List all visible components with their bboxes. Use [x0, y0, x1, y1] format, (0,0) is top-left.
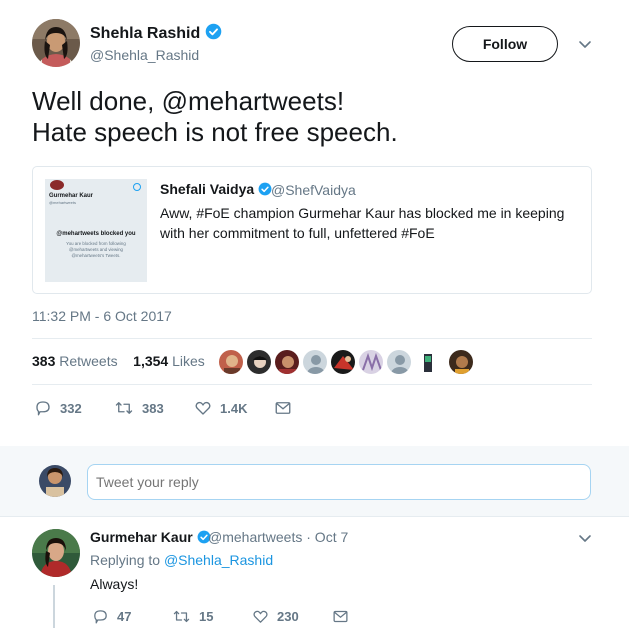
tweet-text-line: Well done, @mehartweets!: [32, 86, 345, 116]
author-name[interactable]: Shehla Rashid: [90, 25, 200, 42]
replying-to: Replying to @Shehla_Rashid: [90, 552, 273, 568]
current-user-avatar[interactable]: [39, 465, 71, 497]
chevron-down-icon[interactable]: [577, 530, 593, 546]
reply-author-avatar[interactable]: [32, 529, 80, 577]
reply-text: Always!: [90, 576, 139, 592]
reply-input[interactable]: [87, 464, 591, 500]
thumbnail-name: Gurmehar Kaur: [49, 193, 94, 199]
heart-icon: [195, 401, 211, 415]
verified-badge-icon: [258, 182, 272, 196]
divider: [32, 338, 592, 339]
quoted-tweet-text: Aww, #FoE champion Gurmehar Kaur has blo…: [160, 205, 565, 241]
like-count: 1.4K: [220, 400, 248, 416]
liker-avatar[interactable]: [274, 349, 300, 375]
reply-author-meta[interactable]: @mehartweets · Oct 7: [208, 529, 348, 545]
retweet-action[interactable]: 15: [172, 608, 213, 625]
verified-badge-icon: [205, 23, 221, 40]
chevron-down-icon[interactable]: [577, 36, 593, 52]
quoted-author-name-row[interactable]: Shefali Vaidya: [160, 181, 272, 197]
thumbnail-blocked-description: You are blocked from following @mehartwe…: [66, 241, 126, 258]
like-count: 230: [277, 609, 299, 624]
reply-action[interactable]: 332: [34, 399, 82, 417]
quoted-author-handle[interactable]: @ShefVaidya: [271, 182, 356, 198]
direct-message-action[interactable]: [274, 399, 300, 417]
divider: [0, 516, 629, 517]
envelope-icon: [275, 402, 291, 414]
reply-icon: [36, 401, 50, 416]
likes-label: Likes: [172, 353, 205, 369]
quoted-author-name[interactable]: Shefali Vaidya: [160, 181, 254, 197]
likes-count: 1,354: [133, 353, 169, 369]
thumbnail-avatar: [50, 180, 64, 190]
heart-icon: [253, 610, 268, 623]
likes-stat[interactable]: 1,354 Likes: [133, 353, 205, 369]
author-avatar[interactable]: [32, 19, 80, 67]
default-avatar-icon[interactable]: [386, 349, 412, 375]
retweet-icon: [115, 402, 133, 414]
retweet-action[interactable]: 383: [114, 399, 164, 417]
reply-action[interactable]: 47: [92, 608, 131, 625]
retweets-label: Retweets: [59, 353, 118, 369]
tweet-timestamp[interactable]: 11:32 PM - 6 Oct 2017: [32, 308, 172, 324]
replying-to-label: Replying to: [90, 552, 161, 568]
replying-to-handle-link[interactable]: @Shehla_Rashid: [164, 552, 273, 568]
author-handle[interactable]: @Shehla_Rashid: [90, 47, 199, 63]
like-action[interactable]: 1.4K: [194, 399, 247, 417]
envelope-icon: [333, 610, 348, 623]
retweets-stat[interactable]: 383 Retweets: [32, 353, 118, 369]
quoted-tweet-card[interactable]: Gurmehar Kaur @mehartweets @mehartweets …: [32, 166, 592, 294]
thumbnail-follow-icon: [133, 183, 141, 191]
retweet-count: 15: [199, 609, 214, 624]
liker-avatar[interactable]: [246, 349, 272, 375]
thumbnail-handle: @mehartweets: [49, 200, 76, 205]
author-name-row[interactable]: Shehla Rashid: [90, 23, 222, 43]
reply-count: 47: [117, 609, 132, 624]
reply-author-name[interactable]: Gurmehar Kaur: [90, 529, 193, 545]
default-avatar-icon[interactable]: [302, 349, 328, 375]
reply-count: 332: [60, 400, 82, 416]
liker-avatar[interactable]: [330, 349, 356, 375]
tweet-text-line: Hate speech is not free speech.: [32, 117, 398, 147]
liker-avatar[interactable]: [448, 349, 474, 375]
thread-connector-line: [53, 585, 55, 628]
follow-button[interactable]: Follow: [452, 26, 558, 62]
retweet-count: 383: [142, 400, 164, 416]
like-action[interactable]: 230: [252, 608, 299, 625]
divider: [32, 384, 592, 385]
reply-icon: [94, 610, 107, 624]
thumbnail-blocked-title: @mehartweets blocked you: [56, 231, 136, 237]
retweets-count: 383: [32, 353, 56, 369]
liker-avatar[interactable]: [218, 349, 244, 375]
quoted-tweet-image[interactable]: Gurmehar Kaur @mehartweets @mehartweets …: [45, 179, 147, 282]
retweet-icon: [173, 610, 190, 623]
tweet-text: Well done, @mehartweets! Hate speech is …: [32, 86, 592, 148]
liker-avatar[interactable]: [358, 349, 384, 375]
tweet-stats: 383 Retweets 1,354 Likes: [32, 353, 205, 369]
reply-author-name-row[interactable]: Gurmehar Kaur: [90, 529, 211, 545]
liker-avatar[interactable]: [414, 349, 440, 375]
direct-message-action[interactable]: [332, 608, 357, 625]
